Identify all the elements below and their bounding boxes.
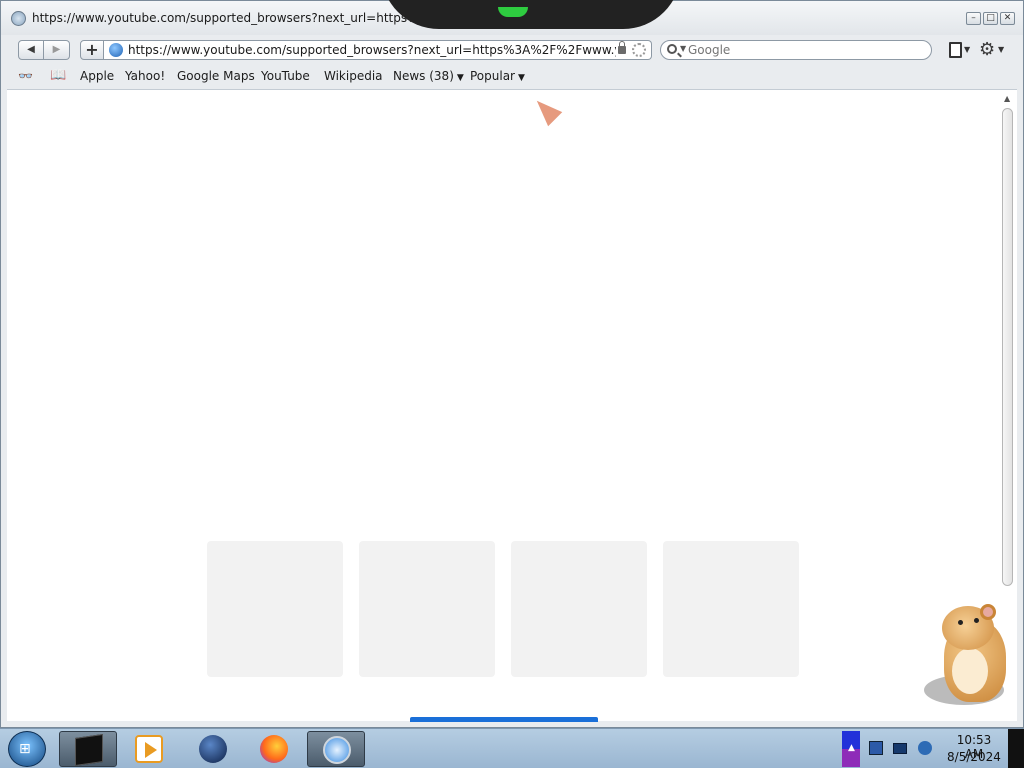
taskbar-safari[interactable] <box>307 731 365 767</box>
windows-start-icon: ⊞ <box>19 741 31 757</box>
navigation-toolbar: ◀ ▶ + https://www.youtube.com/supported_… <box>1 35 1023 65</box>
bookmark-news-folder[interactable]: News (38) ▼ <box>393 69 464 83</box>
browser-window: https://www.youtube.com/supported_browse… <box>0 0 1024 728</box>
globe-icon <box>109 43 123 57</box>
system-tray: ▲ 10:53 AM 8/5/2024 <box>840 729 1024 768</box>
scroll-up-arrow-icon[interactable]: ▲ <box>1004 94 1010 103</box>
placeholder-card <box>663 541 799 677</box>
blue-button-edge[interactable] <box>410 717 598 722</box>
chevron-down-icon: ▼ <box>518 73 525 83</box>
search-icon[interactable] <box>667 44 677 54</box>
bookmark-wikipedia[interactable]: Wikipedia <box>324 69 383 83</box>
placeholder-card <box>359 541 495 677</box>
reader-icon[interactable]: 👓 <box>18 69 33 83</box>
bookmark-news-label: News (38) <box>393 69 454 83</box>
bookmark-apple[interactable]: Apple <box>80 69 114 83</box>
search-engine-caret-icon[interactable]: ▼ <box>680 44 686 53</box>
window-controls: – □ ✕ <box>966 12 1015 25</box>
bookmark-yahoo[interactable]: Yahoo! <box>125 69 165 83</box>
bookmarks-book-icon[interactable]: 📖 <box>50 68 66 83</box>
show-desktop-button[interactable] <box>1008 729 1024 768</box>
taskbar-media-player[interactable] <box>120 731 178 767</box>
hamster-eye <box>958 620 963 625</box>
page-content[interactable]: ▲ <box>7 89 1017 722</box>
forward-button[interactable]: ▶ <box>44 40 70 60</box>
taskbar-terminal[interactable] <box>59 731 117 767</box>
start-button[interactable]: ⊞ <box>8 731 46 767</box>
scroll-thumb[interactable] <box>1002 108 1013 586</box>
search-input[interactable] <box>688 42 924 58</box>
bookmark-popular-folder[interactable]: Popular ▼ <box>470 69 525 83</box>
lock-icon[interactable] <box>618 41 626 54</box>
safari-icon <box>323 736 351 764</box>
address-bar[interactable]: https://www.youtube.com/supported_browse… <box>104 40 652 60</box>
tray-expand-caret-icon: ▲ <box>848 743 855 753</box>
hamster-belly <box>952 648 988 694</box>
hamster-ear <box>980 604 996 620</box>
display-icon[interactable] <box>893 743 907 754</box>
language-flag-icon[interactable]: ▲ <box>842 731 860 767</box>
network-icon[interactable] <box>869 741 883 755</box>
webcam-notch-overlay <box>381 0 681 29</box>
search-bar[interactable]: ▼ <box>660 40 932 60</box>
loading-spinner-icon[interactable] <box>632 43 646 57</box>
taskbar-globe-app[interactable] <box>184 731 242 767</box>
taskbar-firefox[interactable] <box>245 731 303 767</box>
firefox-icon <box>260 735 288 763</box>
bookmarks-bar: 👓 📖 Apple Yahoo! Google Maps YouTube Wik… <box>1 65 1023 87</box>
globe-app-icon <box>199 735 227 763</box>
maximize-button[interactable]: □ <box>983 12 998 25</box>
terminal-icon <box>75 734 103 766</box>
bookmark-google-maps[interactable]: Google Maps <box>177 69 255 83</box>
clock-date[interactable]: 8/5/2024 <box>946 750 1002 764</box>
close-button[interactable]: ✕ <box>1000 12 1015 25</box>
add-bookmark-button[interactable]: + <box>80 40 104 60</box>
chevron-down-icon: ▼ <box>456 73 464 83</box>
placeholder-card <box>207 541 343 677</box>
settings-caret-icon[interactable]: ▼ <box>998 45 1004 54</box>
hamster-desktop-pet[interactable] <box>922 600 1012 710</box>
hamster-eye <box>974 618 979 623</box>
placeholder-card <box>511 541 647 677</box>
back-button[interactable]: ◀ <box>18 40 44 60</box>
history-buttons: ◀ ▶ <box>18 40 70 60</box>
volume-icon[interactable] <box>918 741 932 755</box>
minimize-button[interactable]: – <box>966 12 981 25</box>
safari-title-icon <box>11 11 26 26</box>
page-menu-icon[interactable] <box>949 42 962 58</box>
taskbar: ⊞ ▲ 10:53 AM 8/5/2024 <box>0 728 1024 768</box>
page-menu-caret-icon[interactable]: ▼ <box>964 45 970 54</box>
media-player-icon <box>135 735 163 763</box>
url-text[interactable]: https://www.youtube.com/supported_browse… <box>128 43 616 57</box>
bookmark-youtube[interactable]: YouTube <box>261 69 310 83</box>
title-bar: https://www.youtube.com/supported_browse… <box>1 0 1023 35</box>
bookmark-popular-label: Popular <box>470 69 515 83</box>
gear-icon[interactable]: ⚙ <box>979 41 995 59</box>
